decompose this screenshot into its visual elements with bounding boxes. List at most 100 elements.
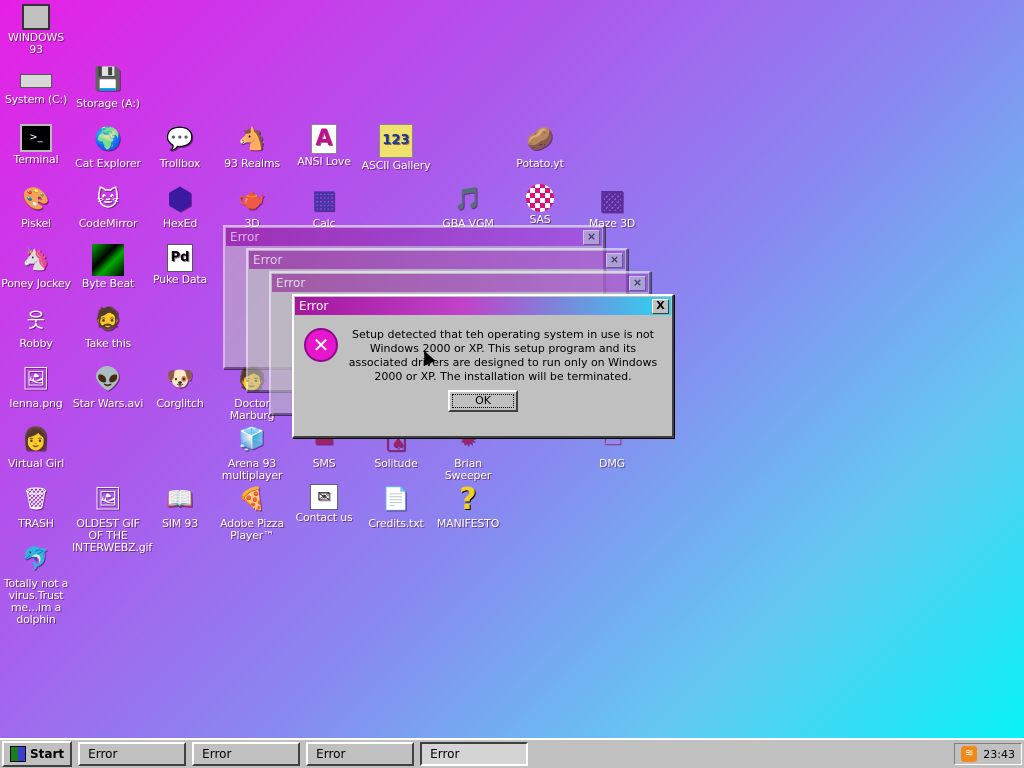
desktop-icon-93-realms[interactable]: 🐴 93 Realms bbox=[216, 124, 288, 170]
desktop-icon-robby[interactable]: 웃 Robby bbox=[0, 304, 72, 350]
start-button[interactable]: Start bbox=[2, 741, 73, 767]
taskbar-button-error-4[interactable]: Error bbox=[420, 742, 529, 766]
desktop-icon-byte-beat[interactable]: Byte Beat bbox=[72, 244, 144, 290]
desktop-icon-maze-3d[interactable]: ▩ Maze 3D bbox=[576, 184, 648, 230]
face-icon: 👩 bbox=[22, 427, 50, 452]
music-file-icon: 🎵 bbox=[454, 187, 482, 212]
window-title: Error bbox=[299, 299, 329, 313]
desktop-icon-codemirror[interactable]: 🐱 CodeMirror bbox=[72, 184, 144, 230]
desktop-icon-poney-jockey[interactable]: 🦄 Poney Jockey bbox=[0, 244, 72, 290]
rss-icon[interactable]: ≋ bbox=[961, 746, 978, 762]
contact-icon: ✉ bbox=[310, 484, 338, 510]
calculator-icon: ▦ bbox=[311, 185, 337, 215]
icon-label: Totally not a virus.Trust me...im a dolp… bbox=[3, 577, 69, 626]
computer-icon bbox=[22, 4, 50, 30]
icon-label: Arena 93 multiplayer bbox=[221, 457, 283, 482]
desktop-icon-hexed[interactable]: ⬢ HexEd bbox=[144, 184, 216, 230]
icon-label: Trollbox bbox=[159, 157, 201, 170]
desktop-icon-ansi-love[interactable]: A ANSI Love bbox=[288, 124, 360, 168]
icon-label: Storage (A:) bbox=[76, 97, 140, 110]
desktop-icon-terminal[interactable]: >_ Terminal bbox=[0, 124, 72, 166]
window-titlebar[interactable]: Error × bbox=[272, 274, 648, 292]
taskbar: Start Error Error Error Error ≋ 23:43 bbox=[0, 738, 1024, 768]
ok-button[interactable]: OK bbox=[448, 390, 518, 412]
desktop-icon-calc[interactable]: ▦ Calc bbox=[288, 184, 360, 230]
chat-icon: 💬 bbox=[166, 127, 194, 152]
desktop-icon-dolphin[interactable]: 🐬 Totally not a virus.Trust me...im a dol… bbox=[0, 544, 72, 626]
icon-label: Take this bbox=[84, 337, 132, 350]
desktop-icon-arena-93[interactable]: 🧊 Arena 93 multiplayer bbox=[216, 424, 288, 482]
desktop-icon-oldest-gif[interactable]: 🖼 OLDEST GIF OF THE INTERWEBZ.gif bbox=[72, 484, 153, 554]
desktop-icon-virtual-girl[interactable]: 👩 Virtual Girl bbox=[0, 424, 72, 470]
error-dialog[interactable]: Error X ✕ Setup detected that teh operat… bbox=[292, 294, 674, 438]
icon-label: Cat Explorer bbox=[75, 157, 141, 170]
desktop-icon-windows93[interactable]: WINDOWS 93 bbox=[0, 4, 72, 56]
potato-icon: 🥔 bbox=[526, 127, 554, 152]
desktop-icon-trollbox[interactable]: 💬 Trollbox bbox=[144, 124, 216, 170]
icon-label: lenna.png bbox=[9, 397, 63, 410]
icon-label: Robby bbox=[19, 337, 53, 350]
icon-label: Contact us bbox=[295, 511, 353, 524]
close-button[interactable]: × bbox=[629, 275, 646, 291]
desktop-icon-credits[interactable]: 📄 Credits.txt bbox=[360, 484, 432, 530]
desktop-icon-cat-explorer[interactable]: 🌍 Cat Explorer bbox=[72, 124, 144, 170]
desktop-icon-star-wars[interactable]: 👽 Star Wars.avi bbox=[72, 364, 144, 410]
icon-label: Byte Beat bbox=[81, 277, 135, 290]
icon-label: OLDEST GIF OF THE INTERWEBZ.gif bbox=[72, 517, 153, 554]
desktop-icon-sim-93[interactable]: 📖 SIM 93 bbox=[144, 484, 216, 530]
desktop-icon-system-c[interactable]: System (C:) bbox=[0, 64, 72, 106]
desktop-icon-lenna[interactable]: 🖼 lenna.png bbox=[0, 364, 72, 410]
dog-icon: 🐶 bbox=[166, 367, 194, 392]
icon-label: Virtual Girl bbox=[7, 457, 65, 470]
desktop-icon-gba-vgm[interactable]: 🎵 GBA VGM bbox=[432, 184, 504, 230]
close-button[interactable]: × bbox=[606, 252, 623, 268]
icon-label: ANSI Love bbox=[297, 155, 351, 168]
desktop-icon-contact-us[interactable]: ✉ Contact us bbox=[288, 484, 360, 524]
desktop-icon-potato[interactable]: 🥔 Potato.yt bbox=[504, 124, 576, 170]
desktop: WINDOWS 93 System (C:) 💾 Storage (A:) >_ T… bbox=[0, 0, 1024, 738]
palette-icon: 🎨 bbox=[22, 187, 50, 212]
icon-label: CodeMirror bbox=[78, 217, 138, 230]
icon-label: Solitude bbox=[374, 457, 418, 470]
icon-label: Credits.txt bbox=[368, 517, 424, 530]
icon-label: TRASH bbox=[18, 517, 54, 530]
window-title: Error bbox=[230, 230, 260, 244]
codemirror-icon: 🐱 bbox=[96, 187, 120, 212]
clock: 23:43 bbox=[983, 747, 1015, 761]
window-titlebar[interactable]: Error × bbox=[249, 251, 625, 269]
desktop-icon-adobe-pizza[interactable]: 🍕 Adobe Pizza Player™ bbox=[216, 484, 288, 542]
taskbar-button-error-1[interactable]: Error bbox=[78, 742, 187, 766]
taskbar-button-error-2[interactable]: Error bbox=[192, 742, 301, 766]
icon-label: Potato.yt bbox=[516, 157, 564, 170]
desktop-icon-storage-a[interactable]: 💾 Storage (A:) bbox=[72, 64, 144, 110]
ansi-icon: A bbox=[311, 124, 337, 154]
desktop-icon-piskel[interactable]: 🎨 Piskel bbox=[0, 184, 72, 230]
question-icon: ? bbox=[459, 482, 477, 517]
desktop-icon-3d[interactable]: 🫖 3D bbox=[216, 184, 288, 230]
desktop-icon-puke-data[interactable]: Pd Puke Data bbox=[144, 244, 216, 286]
desktop-icon-ascii-gallery[interactable]: 123 ASCII Gallery bbox=[360, 124, 432, 172]
pizza-icon: 🍕 bbox=[238, 487, 266, 512]
window-titlebar[interactable]: Error X bbox=[295, 297, 671, 315]
close-button[interactable]: × bbox=[583, 229, 600, 245]
close-button[interactable]: X bbox=[652, 298, 669, 314]
icon-label: System (C:) bbox=[4, 93, 68, 106]
taskbar-button-error-3[interactable]: Error bbox=[306, 742, 415, 766]
icon-label: Piskel bbox=[21, 217, 51, 230]
desktop-icon-take-this[interactable]: 🧔 Take this bbox=[72, 304, 144, 350]
dolphin-icon: 🐬 bbox=[22, 547, 50, 572]
desktop-icon-trash[interactable]: 🗑 TRASH bbox=[0, 484, 72, 530]
cube-icon: ⬢ bbox=[166, 182, 194, 217]
window-titlebar[interactable]: Error × bbox=[226, 228, 602, 246]
icon-label: DMG bbox=[599, 457, 625, 470]
desktop-icon-manifesto[interactable]: ? MANIFESTO bbox=[432, 484, 504, 530]
desktop-icon-sas[interactable]: SAS bbox=[504, 184, 576, 226]
icon-label: SMS bbox=[312, 457, 336, 470]
maze-icon: ▩ bbox=[598, 183, 626, 216]
desktop-icon-corglitch[interactable]: 🐶 Corglitch bbox=[144, 364, 216, 410]
icon-label: MANIFESTO bbox=[436, 517, 500, 530]
icon-label: Star Wars.avi bbox=[72, 397, 144, 410]
arena-cube-icon: 🧊 bbox=[238, 427, 266, 452]
pd-icon: Pd bbox=[167, 244, 193, 272]
icon-label: Corglitch bbox=[156, 397, 204, 410]
